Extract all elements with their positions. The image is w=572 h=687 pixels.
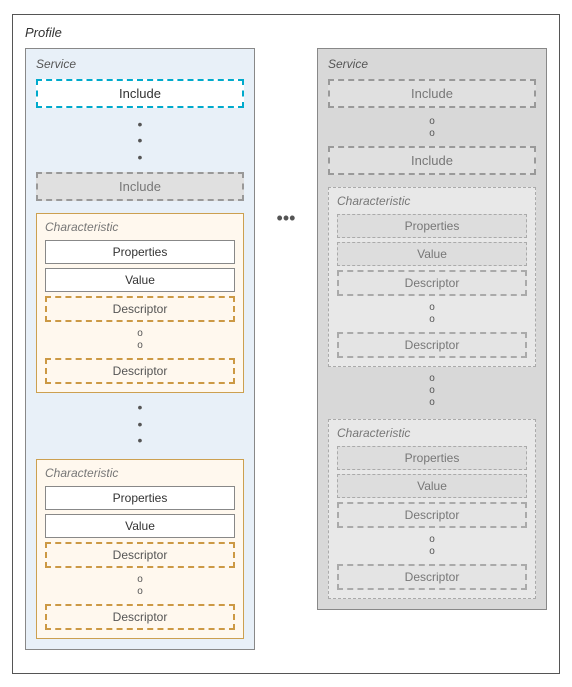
left-char2-descriptor1: Descriptor [45, 542, 235, 568]
right-char2-descriptor2: Descriptor [337, 564, 527, 590]
right-char-panel-2: Characteristic Properties Value Descript… [328, 419, 536, 599]
right-char2-label: Characteristic [337, 426, 527, 440]
left-char1-value: Value [45, 268, 235, 292]
services-row: Service Include ••• Include Characterist… [25, 48, 547, 651]
left-char2-descriptor2: Descriptor [45, 604, 235, 630]
right-service-panel: Service Include oo Include Characteristi… [317, 48, 547, 610]
right-char-panel-1: Characteristic Properties Value Descript… [328, 187, 536, 367]
left-char1-descriptor1: Descriptor [45, 296, 235, 322]
right-service-label: Service [328, 57, 536, 71]
left-char2-vdots: oo [45, 574, 235, 598]
left-char-panel-1: Characteristic Properties Value Descript… [36, 213, 244, 393]
left-include-inactive: Include [36, 172, 244, 201]
right-char1-properties: Properties [337, 214, 527, 238]
right-char1-vdots: oo [337, 302, 527, 326]
left-vdots-1: ••• [36, 116, 244, 166]
right-char1-descriptor2: Descriptor [337, 332, 527, 358]
diagram-title: Profile [25, 25, 547, 40]
right-char1-value: Value [337, 242, 527, 266]
right-char2-value: Value [337, 474, 527, 498]
right-include-inactive: Include [328, 146, 536, 175]
right-char2-properties: Properties [337, 446, 527, 470]
right-char1-descriptor1: Descriptor [337, 270, 527, 296]
left-char2-value: Value [45, 514, 235, 538]
left-char2-properties: Properties [45, 486, 235, 510]
right-include-active: Include [328, 79, 536, 108]
diagram-container: Profile Service Include ••• Include Char… [12, 14, 560, 674]
left-include-active: Include [36, 79, 244, 108]
right-vdots-2: ooo [328, 373, 536, 409]
left-char1-descriptor2: Descriptor [45, 358, 235, 384]
left-char1-label: Characteristic [45, 220, 235, 234]
left-service-label: Service [36, 57, 244, 71]
right-char1-label: Characteristic [337, 194, 527, 208]
left-char1-properties: Properties [45, 240, 235, 264]
left-char-panel-2: Characteristic Properties Value Descript… [36, 459, 244, 639]
h-dots-center: ••• [266, 48, 306, 229]
left-char2-label: Characteristic [45, 466, 235, 480]
left-vdots-2: ••• [36, 399, 244, 449]
right-char2-vdots: oo [337, 534, 527, 558]
right-vdots-1: oo [328, 116, 536, 140]
left-service-panel: Service Include ••• Include Characterist… [25, 48, 255, 651]
left-char1-vdots: oo [45, 328, 235, 352]
right-char2-descriptor1: Descriptor [337, 502, 527, 528]
